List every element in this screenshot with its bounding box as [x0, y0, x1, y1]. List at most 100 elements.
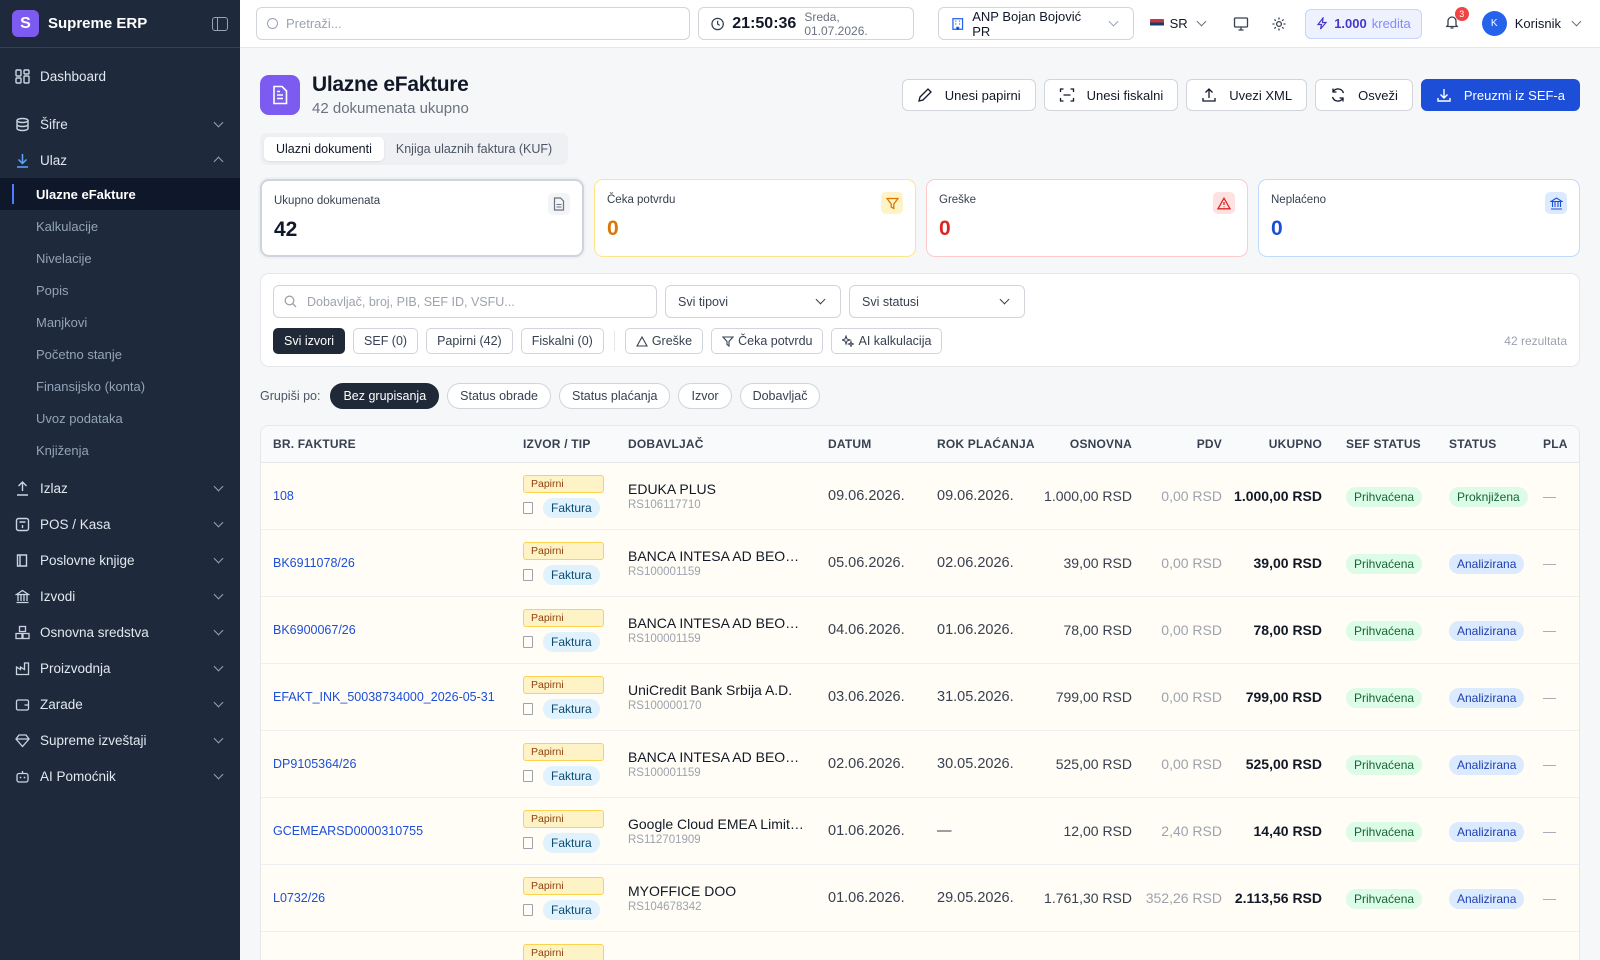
sidebar-item-sifre[interactable]: Šifre: [0, 106, 240, 142]
import-xml-button[interactable]: Uvezi XML: [1186, 79, 1308, 111]
group-source[interactable]: Izvor: [678, 383, 732, 409]
chip-awaiting[interactable]: Čeka potvrdu: [711, 328, 824, 354]
table-row[interactable]: BK6900067/26 Papirni Faktura BANCA INTESA A…: [261, 597, 1579, 664]
group-processing-status[interactable]: Status obrade: [447, 383, 551, 409]
gear-icon[interactable]: [1268, 13, 1289, 35]
document-search-input[interactable]: Dobavljač, broj, PIB, SEF ID, VSFU...: [273, 285, 657, 318]
company-selector[interactable]: ANP Bojan Bojović PR: [937, 7, 1134, 40]
table-row[interactable]: EFAKT_INK_50038734000_2026-05-31 Papirni F…: [261, 664, 1579, 731]
table-row[interactable]: L0732/26 Papirni Faktura MYOFFICE DOO RS1046…: [261, 865, 1579, 932]
page-header: Ulazne eFakture 42 dokumenata ukupno Une…: [260, 73, 1580, 117]
sidebar-subitem-finansijsko[interactable]: Finansijsko (konta): [0, 370, 240, 402]
group-none[interactable]: Bez grupisanja: [330, 383, 440, 409]
col-base[interactable]: OSNOVNA: [1035, 437, 1132, 451]
refresh-button[interactable]: Osveži: [1315, 79, 1413, 111]
card-unpaid[interactable]: Neplaćeno 0: [1258, 179, 1580, 257]
scan-icon: [1059, 87, 1075, 103]
notifications-button[interactable]: 3: [1444, 7, 1469, 33]
tab-ulazni-dokumenti[interactable]: Ulazni dokumenti: [264, 137, 384, 161]
card-label: Neplaćeno: [1271, 194, 1326, 206]
chip-errors[interactable]: Greške: [624, 328, 704, 354]
sidebar-item-proizvodnja[interactable]: Proizvodnja: [0, 650, 240, 686]
sidebar-subitem-ulazne-efakture[interactable]: Ulazne eFakture: [0, 178, 240, 210]
enter-fiscal-button[interactable]: Unesi fiskalni: [1043, 79, 1179, 111]
col-supplier[interactable]: DOBAVLJAČ: [628, 437, 828, 451]
card-awaiting-confirmation[interactable]: Čeka potvrdu 0: [594, 179, 916, 257]
display-icon[interactable]: [1231, 13, 1252, 35]
vat-amount: 0,00 RSD: [1161, 555, 1222, 571]
sidebar-item-ulaz[interactable]: Ulaz: [0, 142, 240, 178]
collapse-sidebar-icon[interactable]: [212, 16, 228, 31]
col-sef-status[interactable]: SEF STATUS: [1322, 437, 1427, 451]
chip-all-sources[interactable]: Svi izvori: [273, 328, 346, 354]
status-select[interactable]: Svi statusi: [849, 285, 1025, 318]
sidebar-item-supreme-izvestaji[interactable]: Supreme izveštaji: [0, 722, 240, 758]
col-payment[interactable]: PLA: [1535, 437, 1575, 451]
chip-ai-calculation[interactable]: AI kalkulacija: [831, 328, 943, 354]
button-label: Osveži: [1358, 87, 1398, 103]
divider: [613, 331, 615, 351]
card-total-documents[interactable]: Ukupno dokumenata 42: [260, 179, 584, 257]
sidebar-subitem-popis[interactable]: Popis: [0, 274, 240, 306]
col-invoice-number[interactable]: BR. FAKTURE: [261, 437, 523, 451]
download-from-sef-button[interactable]: Preuzmi iz SEF-a: [1420, 79, 1580, 111]
supplier-name: MYOFFICE DOO: [628, 883, 737, 899]
sidebar-item-izlaz[interactable]: Izlaz: [0, 470, 240, 506]
sidebar-subitem-pocetno-stanje[interactable]: Početno stanje: [0, 338, 240, 370]
invoice-number-link[interactable]: DP9105364/26: [273, 757, 356, 771]
invoice-number-link[interactable]: L0732/26: [273, 891, 325, 905]
global-search-input[interactable]: Pretraži...: [256, 7, 691, 40]
sidebar-item-poslovne-knjige[interactable]: Poslovne knjige: [0, 542, 240, 578]
enter-paper-button[interactable]: Unesi papirni: [901, 79, 1036, 111]
sidebar-item-izvodi[interactable]: Izvodi: [0, 578, 240, 614]
card-errors[interactable]: Greške 0: [926, 179, 1248, 257]
sidebar-subitem-kalkulacije[interactable]: Kalkulacije: [0, 210, 240, 242]
chip-paper[interactable]: Papirni (42): [426, 328, 513, 354]
table-row[interactable]: 108 Papirni Faktura EDUKA PLUS RS106117710 09…: [261, 463, 1579, 530]
sidebar-item-zarade[interactable]: Zarade: [0, 686, 240, 722]
base-amount: 12,00 RSD: [1063, 823, 1132, 839]
sidebar-item-ai-pomocnik[interactable]: AI Pomoćnik: [0, 758, 240, 794]
col-status[interactable]: STATUS: [1427, 437, 1535, 451]
sidebar-item-dashboard[interactable]: Dashboard: [0, 58, 240, 94]
upload-icon: [14, 480, 30, 496]
invoice-number-link[interactable]: EFAKT_INK_50038734000_2026-05-31: [273, 690, 495, 704]
base-amount: 78,00 RSD: [1063, 622, 1132, 638]
sef-status-badge: Prihvaćena: [1346, 888, 1423, 909]
col-source-type[interactable]: IZVOR / TIP: [523, 437, 628, 451]
invoice-number-link[interactable]: BK6900067/26: [273, 623, 356, 637]
credits-button[interactable]: 1.000 kredita: [1305, 8, 1422, 39]
table-row[interactable]: PapirniFaktura: [261, 932, 1579, 960]
language-selector[interactable]: SR: [1149, 16, 1209, 31]
total-amount: 799,00 RSD: [1245, 689, 1322, 705]
col-date[interactable]: DATUM: [828, 437, 937, 451]
table-row[interactable]: BK6911078/26 Papirni Faktura BANCA INTESA A…: [261, 530, 1579, 597]
col-total[interactable]: UKUPNO: [1222, 437, 1322, 451]
group-payment-status[interactable]: Status plaćanja: [559, 383, 671, 409]
sef-status-badge: Prihvaćena: [1346, 620, 1423, 641]
user-menu[interactable]: K Korisnik: [1481, 11, 1584, 36]
sidebar-subitem-nivelacije[interactable]: Nivelacije: [0, 242, 240, 274]
type-select-value: Svi tipovi: [678, 294, 729, 309]
tab-kuf[interactable]: Knjiga ulaznih faktura (KUF): [384, 137, 564, 161]
sidebar-subitem-manjkovi[interactable]: Manjkovi: [0, 306, 240, 338]
table-row[interactable]: GCEMEARSD0000310755 Papirni Faktura Google …: [261, 798, 1579, 865]
invoice-number-link[interactable]: BK6911078/26: [273, 556, 355, 570]
chip-fiscal[interactable]: Fiskalni (0): [520, 328, 604, 354]
chip-sef[interactable]: SEF (0): [353, 328, 419, 354]
vat-amount: 352,26 RSD: [1145, 890, 1222, 906]
vat-amount: 0,00 RSD: [1161, 622, 1222, 638]
col-vat[interactable]: PDV: [1132, 437, 1222, 451]
type-select[interactable]: Svi tipovi: [665, 285, 841, 318]
invoice-number-link[interactable]: GCEMEARSD0000310755: [273, 824, 423, 838]
col-due-date[interactable]: ROK PLAĆANJA: [937, 437, 1035, 452]
sidebar-subitem-knjizenja[interactable]: Knjiženja: [0, 434, 240, 466]
sidebar-subitem-uvoz-podataka[interactable]: Uvoz podataka: [0, 402, 240, 434]
group-supplier[interactable]: Dobavljač: [739, 383, 821, 409]
table-row[interactable]: DP9105364/26 Papirni Faktura BANCA INTESA A…: [261, 731, 1579, 798]
invoice-number-link[interactable]: 108: [273, 489, 294, 503]
sidebar-item-pos-kasa[interactable]: POS / Kasa: [0, 506, 240, 542]
chevron-down-icon: [213, 661, 224, 671]
sidebar-item-osnovna-sredstva[interactable]: Osnovna sredstva: [0, 614, 240, 650]
button-label: Unesi fiskalni: [1086, 87, 1164, 103]
